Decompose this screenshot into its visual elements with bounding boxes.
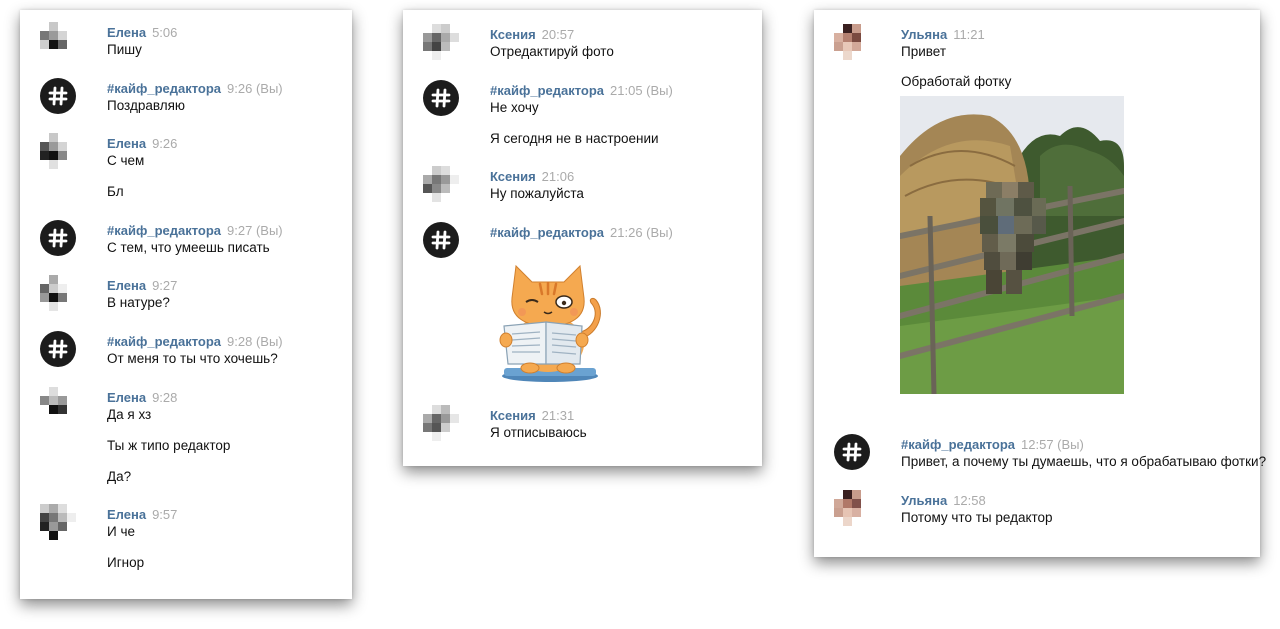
message-time: 9:28 (Вы) — [227, 334, 283, 349]
message-text: Отредактируй фото — [490, 44, 614, 59]
hashtag-icon[interactable] — [423, 222, 459, 258]
author-name[interactable]: Ульяна — [901, 27, 947, 42]
message-text: Поздравляю — [107, 98, 186, 113]
message-time: 9:27 (Вы) — [227, 223, 283, 238]
message-time: 12:57 (Вы) — [1021, 437, 1084, 452]
message-text: Бл — [107, 184, 124, 199]
avatar-ksenia[interactable] — [423, 166, 459, 202]
message-time: 21:26 (Вы) — [610, 225, 673, 240]
message-text: Ты ж типо редактор — [107, 438, 231, 453]
author-name[interactable]: #кайф_редактора — [107, 223, 221, 238]
message-time: 21:06 — [541, 169, 575, 184]
chat-panel-ulyana: Ульяна 11:21 Привет Обработай фотку #кай… — [814, 10, 1266, 557]
message-text: Я сегодня не в настроении — [490, 131, 659, 146]
author-name[interactable]: Елена — [107, 136, 146, 151]
message-text: Обработай фотку — [901, 74, 1012, 89]
message-text: Я отписываюсь — [490, 425, 587, 440]
message-time: 12:58 — [953, 493, 986, 508]
hashtag-icon[interactable] — [834, 434, 870, 470]
avatar-elena[interactable] — [40, 504, 76, 540]
chat-panel-elena: Елена 5:06 Пишу #кайф_редактора 9:26 (Вы) … — [20, 10, 352, 599]
message-text: Пишу — [107, 42, 142, 57]
avatar-elena[interactable] — [40, 22, 76, 58]
message-time: 9:57 — [152, 507, 178, 522]
avatar-elena[interactable] — [40, 387, 76, 423]
message-text: Привет — [901, 44, 947, 59]
author-name[interactable]: Елена — [107, 390, 146, 405]
author-name[interactable]: Ксения — [490, 408, 536, 423]
message-text: От меня то ты что хочешь? — [107, 351, 278, 366]
author-name[interactable]: Елена — [107, 278, 146, 293]
message-text: Да? — [107, 469, 132, 484]
message-time: 11:21 — [953, 27, 985, 42]
hashtag-icon[interactable] — [40, 78, 76, 114]
message-time: 9:27 — [152, 278, 178, 293]
haystack-fence-photo[interactable] — [900, 96, 1124, 394]
message-time: 20:57 — [541, 27, 575, 42]
author-name[interactable]: #кайф_редактора — [490, 83, 604, 98]
author-name[interactable]: Ксения — [490, 27, 536, 42]
message-text: Да я хз — [107, 407, 152, 422]
message-time: 9:28 — [152, 390, 178, 405]
author-name[interactable]: Елена — [107, 507, 146, 522]
hashtag-icon[interactable] — [423, 80, 459, 116]
avatar-elena[interactable] — [40, 133, 76, 169]
author-name[interactable]: Ксения — [490, 169, 536, 184]
avatar-elena[interactable] — [40, 275, 76, 311]
message-time: 9:26 (Вы) — [227, 81, 283, 96]
message-time: 5:06 — [152, 25, 178, 40]
message-text: Ну пожалуйста — [490, 186, 584, 201]
avatar-ulyana[interactable] — [834, 490, 870, 526]
message-text: Привет, а почему ты думаешь, что я обраб… — [901, 454, 1267, 469]
chat-panel-ksenia: Ксения 20:57 Отредактируй фото #кайф_реда… — [403, 10, 762, 466]
author-name[interactable]: Ульяна — [901, 493, 947, 508]
message-time: 9:26 — [152, 136, 178, 151]
author-name[interactable]: #кайф_редактора — [901, 437, 1015, 452]
avatar-ulyana[interactable] — [834, 24, 870, 60]
avatar-ksenia[interactable] — [423, 405, 459, 441]
author-name[interactable]: #кайф_редактора — [107, 81, 221, 96]
author-name[interactable]: Елена — [107, 25, 146, 40]
hashtag-icon[interactable] — [40, 331, 76, 367]
message-time: 21:05 (Вы) — [610, 83, 673, 98]
message-text: Не хочу — [490, 100, 539, 115]
message-text: Потому что ты редактор — [901, 510, 1053, 525]
message-text: С чем — [107, 153, 145, 168]
hashtag-icon[interactable] — [40, 220, 76, 256]
cat-reading-newspaper-sticker[interactable] — [490, 256, 626, 384]
message-text: С тем, что умеешь писать — [107, 240, 270, 255]
message-text: И че — [107, 524, 135, 539]
author-name[interactable]: #кайф_редактора — [490, 225, 604, 240]
author-name[interactable]: #кайф_редактора — [107, 334, 221, 349]
message-text: В натуре? — [107, 295, 170, 310]
avatar-ksenia[interactable] — [423, 24, 459, 60]
message-text: Игнор — [107, 555, 145, 570]
message-time: 21:31 — [541, 408, 575, 423]
